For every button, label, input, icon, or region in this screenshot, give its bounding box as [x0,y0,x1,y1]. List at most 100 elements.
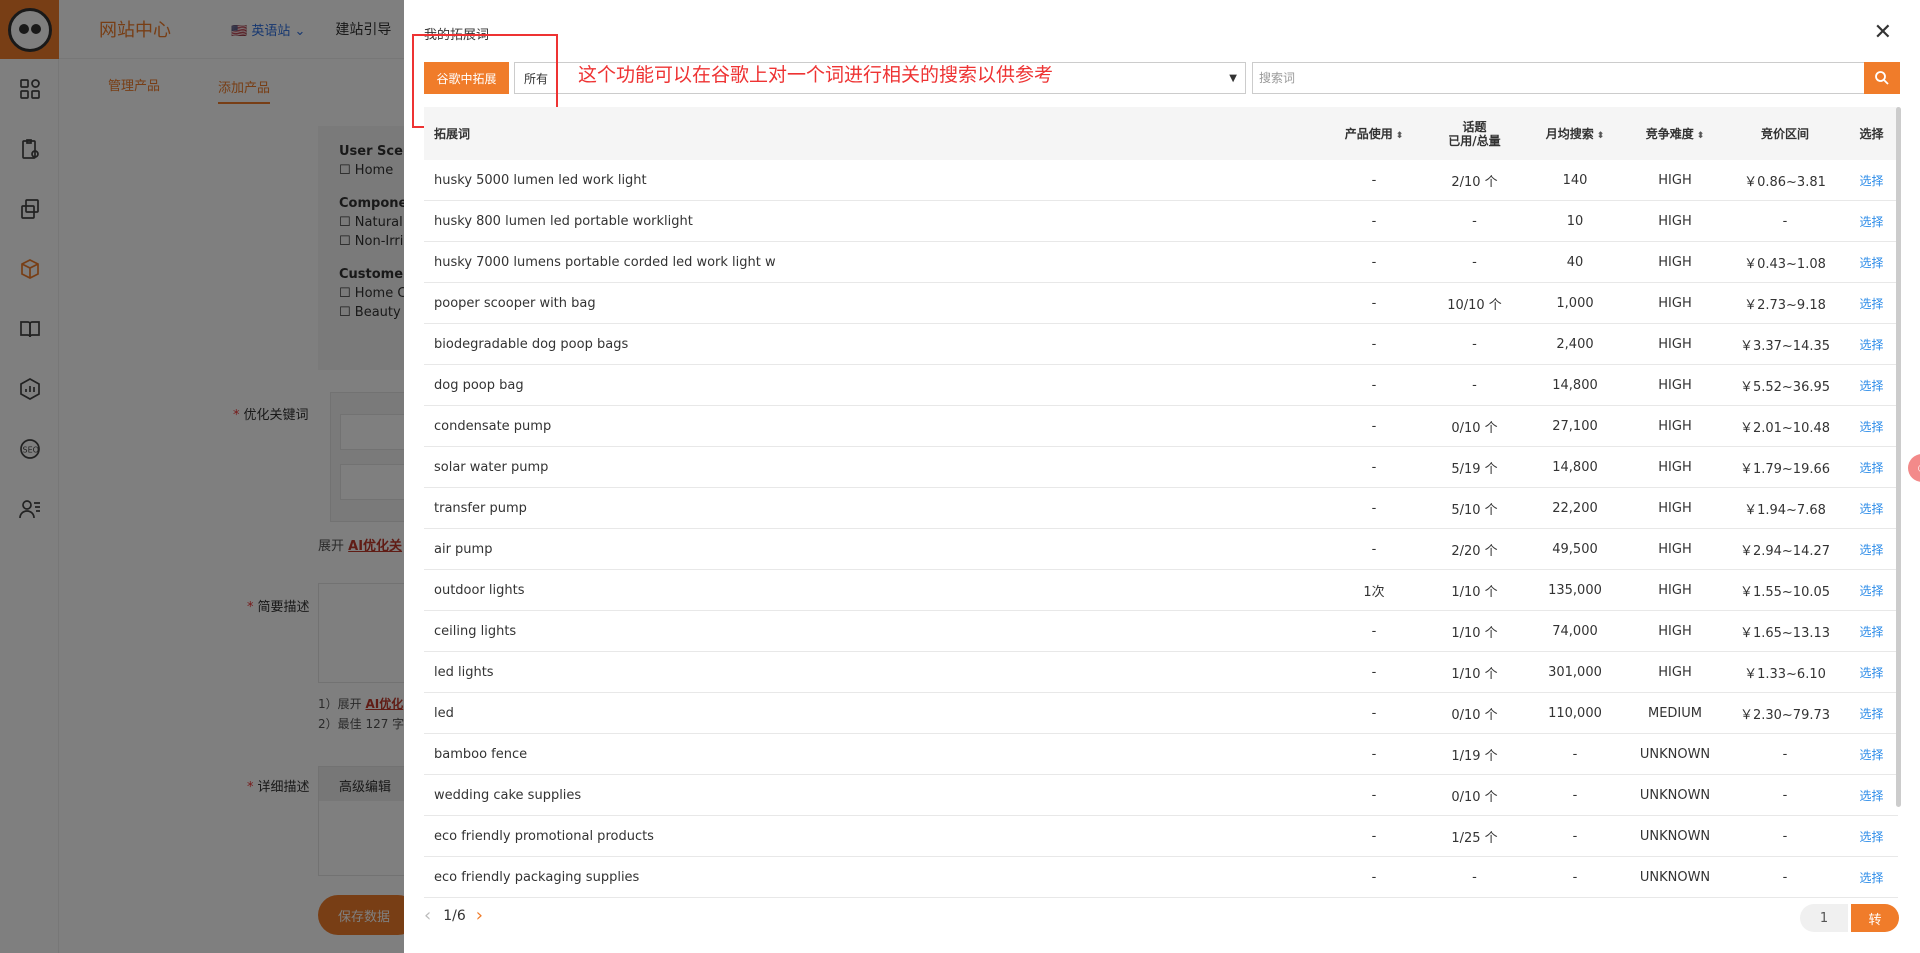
table-row: husky 5000 lumen led work light - 2/10 个 14… [424,160,1898,201]
col-monthly-search[interactable]: 月均搜索 ⬍ [1525,125,1625,142]
select-link[interactable]: 选择 [1845,541,1898,558]
cell-topic: - [1472,869,1477,885]
floating-assistant-icon[interactable]: ◔ [1908,454,1920,482]
cell-bid-range: - [1782,828,1788,844]
select-link[interactable]: 选择 [1845,582,1898,599]
cell-monthly-search: 10 [1566,213,1584,229]
cell-bid-range: ￥1.33~6.10 [1744,666,1826,682]
cell-monthly-search: 40 [1566,254,1584,270]
select-link[interactable]: 选择 [1845,623,1898,640]
cell-bid-range: ￥1.79~19.66 [1739,461,1831,477]
cell-monthly-search: 2,400 [1556,336,1594,352]
table-row: air pump - 2/20 个 49,500 HIGH ￥2.94~14.27 选择 [424,529,1898,570]
cell-competition: UNKNOWN [1639,869,1711,885]
select-link[interactable]: 选择 [1845,377,1898,394]
cell-monthly-search: 301,000 [1548,664,1602,680]
cell-competition: HIGH [1658,418,1692,434]
select-link[interactable]: 选择 [1845,172,1898,189]
search-icon [1875,71,1889,85]
cell-monthly-search: 49,500 [1552,541,1598,557]
table-row: dog poop bag - - 14,800 HIGH ￥5.52~36.95 选择 [424,365,1898,406]
cell-product-use: - [1371,213,1377,229]
cell-product-use: - [1371,828,1377,844]
modal-overlay[interactable] [0,0,404,953]
close-icon[interactable]: ✕ [1874,22,1892,44]
cell-bid-range: ￥5.52~36.95 [1739,379,1831,395]
cell-product-use: - [1371,500,1377,516]
cell-monthly-search: 14,800 [1552,459,1598,475]
cell-competition: HIGH [1658,295,1692,311]
next-page-icon[interactable]: › [476,905,483,926]
select-link[interactable]: 选择 [1845,213,1898,230]
select-link[interactable]: 选择 [1845,500,1898,517]
cell-bid-range: ￥2.01~10.48 [1739,420,1831,436]
table-row: led lights - 1/10 个 301,000 HIGH ￥1.33~6.10 选择 [424,652,1898,693]
cell-bid-range: ￥3.37~14.35 [1739,338,1831,354]
sort-icon: ⬍ [1696,131,1705,141]
chevron-down-icon: ▼ [1229,72,1237,84]
table-row: eco friendly packaging supplies - - - UNKNOW… [424,857,1898,898]
cell-product-use: - [1371,336,1377,352]
cell-monthly-search: 110,000 [1548,705,1602,721]
app: SEO 网站中心 🇺🇸 英语站 ⌄ 建站引导 管理产品 添加产品 User Sc… [0,0,1920,953]
cell-product-use: - [1371,459,1377,475]
cell-keyword: bamboo fence [434,746,528,762]
cell-bid-range: ￥2.73~9.18 [1744,297,1826,313]
col-competition[interactable]: 竞争难度 ⬍ [1625,125,1725,142]
cell-keyword: husky 5000 lumen led work light [434,172,647,188]
prev-page-icon[interactable]: ‹ [424,905,431,926]
cell-keyword: air pump [434,541,493,557]
cell-competition: MEDIUM [1647,705,1702,721]
select-link[interactable]: 选择 [1845,295,1898,312]
cell-bid-range: ￥2.30~79.73 [1739,707,1831,723]
col-bid-range: 竞价区间 [1760,127,1809,141]
keyword-table: 拓展词 产品使用 ⬍ 话题 已用/总量 月均搜索 ⬍ 竞争难度 ⬍ 竞价区间 选择 hu… [424,107,1898,898]
cell-bid-range: ￥1.94~7.68 [1744,502,1826,518]
select-link[interactable]: 选择 [1845,336,1898,353]
cell-topic: 0/10 个 [1451,420,1498,436]
cell-topic: - [1472,254,1477,270]
select-link[interactable]: 选择 [1845,664,1898,681]
search-input[interactable] [1252,62,1868,94]
cell-bid-range: ￥0.43~1.08 [1744,256,1826,272]
select-link[interactable]: 选择 [1845,705,1898,722]
cell-competition: HIGH [1658,377,1692,393]
table-row: condensate pump - 0/10 个 27,100 HIGH ￥2.01~10… [424,406,1898,447]
table-row: eco friendly promotional products - 1/25 个… [424,816,1898,857]
select-link[interactable]: 选择 [1845,869,1898,886]
cell-keyword: led lights [434,664,494,680]
cell-product-use: - [1371,869,1377,885]
cell-monthly-search: 135,000 [1548,582,1602,598]
cell-monthly-search: 1,000 [1556,295,1594,311]
cell-keyword: husky 800 lumen led portable worklight [434,213,693,229]
table-header: 拓展词 产品使用 ⬍ 话题 已用/总量 月均搜索 ⬍ 竞争难度 ⬍ 竞价区间 选择 [424,107,1898,160]
cell-bid-range: ￥2.94~14.27 [1739,543,1831,559]
select-link[interactable]: 选择 [1845,254,1898,271]
cell-keyword: outdoor lights [434,582,525,598]
scrollbar[interactable] [1896,107,1901,807]
cell-topic: - [1472,377,1477,393]
select-link[interactable]: 选择 [1845,746,1898,763]
cell-keyword: husky 7000 lumens portable corded led wo… [434,254,776,270]
cell-keyword: led [434,705,454,721]
select-link[interactable]: 选择 [1845,787,1898,804]
table-row: led - 0/10 个 110,000 MEDIUM ￥2.30~79.73 选择 [424,693,1898,734]
expansion-words-modal: 我的拓展词 ✕ 谷歌中拓展 所有 ▼ 这个功能可以在谷歌上对一个词进行相关的搜索… [404,0,1920,953]
col-product-use[interactable]: 产品使用 ⬍ [1324,125,1424,142]
cell-topic: 1/25 个 [1451,830,1498,846]
search-button[interactable] [1864,62,1900,94]
go-page-button[interactable]: 转 [1851,904,1899,932]
table-row: husky 7000 lumens portable corded led wo… [424,242,1898,283]
cell-topic: - [1472,336,1477,352]
cell-topic: 1/10 个 [1451,666,1498,682]
cell-keyword: eco friendly packaging supplies [434,869,640,885]
select-link[interactable]: 选择 [1845,418,1898,435]
select-link[interactable]: 选择 [1845,828,1898,845]
cell-product-use: - [1371,787,1377,803]
select-link[interactable]: 选择 [1845,459,1898,476]
page-jump-input[interactable]: 1 [1800,904,1848,932]
cell-topic: 10/10 个 [1447,297,1502,313]
cell-topic: 0/10 个 [1451,707,1498,723]
cell-monthly-search: 27,100 [1552,418,1598,434]
cell-competition: HIGH [1658,582,1692,598]
